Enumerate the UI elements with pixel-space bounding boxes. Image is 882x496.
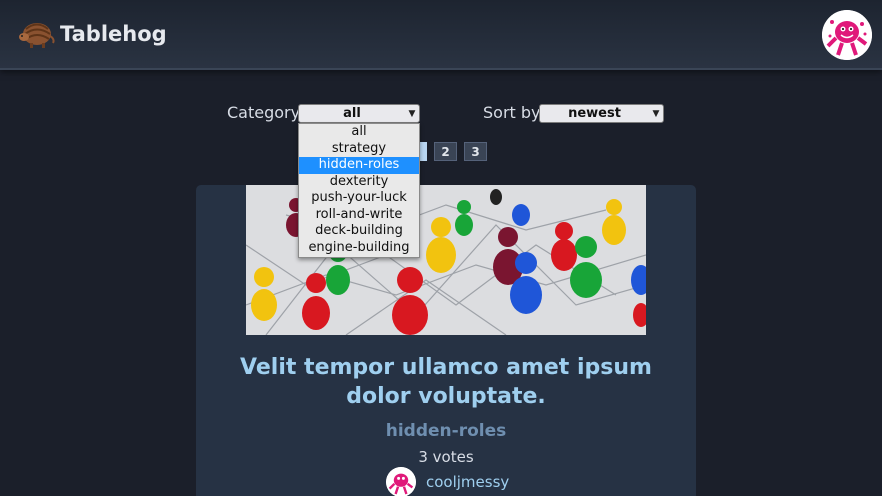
- post-author[interactable]: cooljmessy: [386, 467, 509, 496]
- post-votes: 3 votes: [418, 448, 474, 466]
- category-option-all[interactable]: all: [299, 124, 419, 141]
- page-button-3[interactable]: 3: [464, 142, 487, 161]
- page-button-2[interactable]: 2: [434, 142, 457, 161]
- pink-monster-avatar-icon: [822, 10, 872, 60]
- category-option-push-your-luck[interactable]: push-your-luck: [299, 190, 419, 207]
- top-navbar: Tablehog: [0, 0, 882, 70]
- author-avatar: [386, 467, 416, 496]
- brand-link[interactable]: Tablehog: [18, 17, 167, 51]
- post-card[interactable]: Velit tempor ullamco amet ipsum dolor vo…: [196, 185, 696, 496]
- post-category[interactable]: hidden-roles: [196, 421, 696, 441]
- category-option-roll-and-write[interactable]: roll-and-write: [299, 207, 419, 224]
- category-dropdown-list[interactable]: all strategy hidden-roles dexterity push…: [298, 123, 420, 258]
- category-option-dexterity[interactable]: dexterity: [299, 174, 419, 191]
- sort-select[interactable]: newest ▼: [539, 104, 664, 123]
- user-avatar[interactable]: [822, 10, 872, 60]
- post-title[interactable]: Velit tempor ullamco amet ipsum dolor vo…: [196, 353, 696, 411]
- chevron-down-icon: ▼: [652, 108, 660, 119]
- category-option-hidden-roles[interactable]: hidden-roles: [299, 157, 419, 174]
- category-select-value: all: [343, 106, 361, 121]
- armadillo-icon: [19, 23, 55, 48]
- category-option-engine-building[interactable]: engine-building: [299, 240, 419, 257]
- category-select[interactable]: all ▼: [298, 104, 420, 123]
- category-label: Category:: [227, 103, 305, 122]
- sort-select-value: newest: [568, 106, 621, 121]
- category-option-deck-building[interactable]: deck-building: [299, 223, 419, 240]
- category-option-strategy[interactable]: strategy: [299, 141, 419, 158]
- brand-name: Tablehog: [60, 22, 167, 46]
- pink-monster-avatar-icon: [386, 467, 416, 496]
- author-name[interactable]: cooljmessy: [426, 473, 509, 491]
- chevron-down-icon: ▼: [408, 108, 416, 119]
- sort-label: Sort by:: [483, 103, 545, 122]
